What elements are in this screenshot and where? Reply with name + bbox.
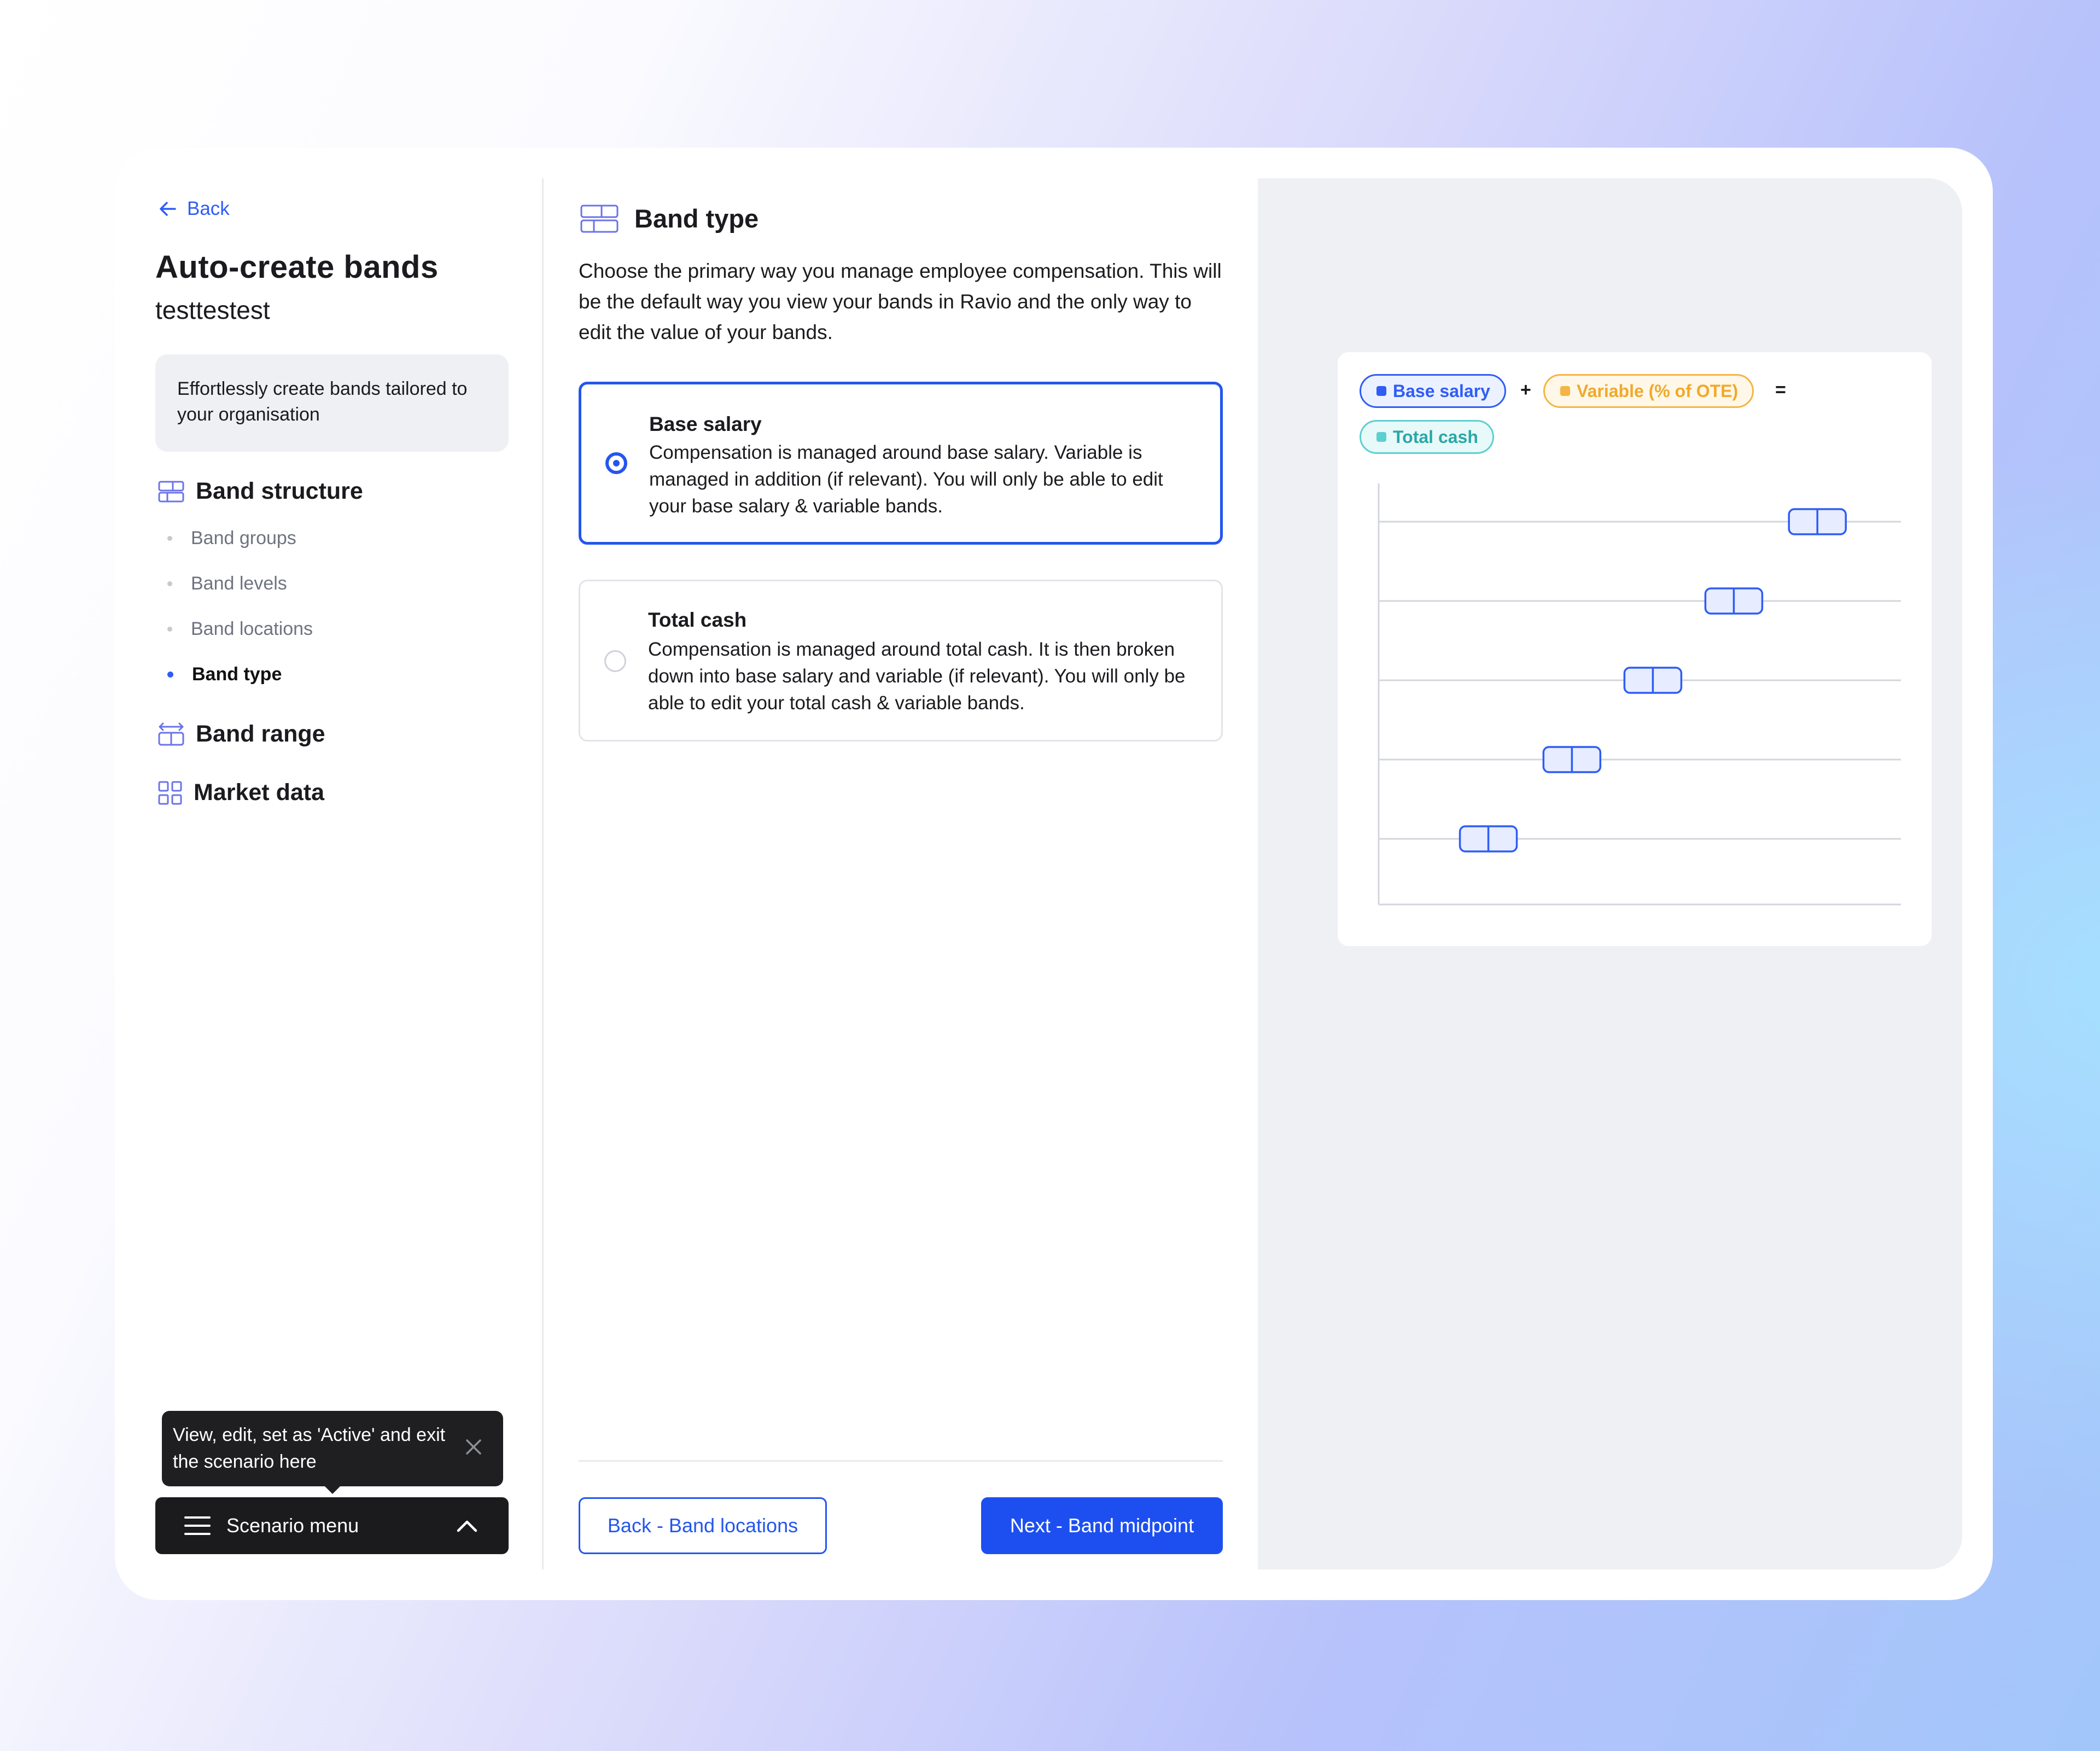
- chevron-up-icon[interactable]: [456, 1519, 478, 1533]
- sidebar-item-label: Band locations: [191, 618, 313, 639]
- option-description: Compensation is managed around base sala…: [649, 442, 1163, 517]
- section-header: Band type: [580, 203, 759, 234]
- section-band-structure[interactable]: Band structure: [158, 478, 363, 505]
- scenario-menu-button[interactable]: Scenario menu: [155, 1497, 509, 1554]
- section-label: Market data: [194, 779, 324, 806]
- band-structure-icon: [158, 481, 184, 502]
- sidebar-item-label: Band groups: [191, 528, 296, 548]
- bullet-dot: [167, 536, 172, 541]
- band-range-icon: [158, 722, 184, 745]
- section-market-data[interactable]: Market data: [158, 779, 324, 806]
- back-button[interactable]: Back - Band locations: [579, 1497, 827, 1554]
- radio-total-cash[interactable]: [604, 650, 626, 672]
- arrow-left-icon: [160, 202, 176, 216]
- option-description: Compensation is managed around total cas…: [648, 639, 1186, 714]
- section-band-range[interactable]: Band range: [158, 721, 325, 748]
- scenario-menu-label: Scenario menu: [226, 1514, 359, 1537]
- sidebar-item-band-locations[interactable]: Band locations: [167, 618, 313, 640]
- sidebar-item-band-levels[interactable]: Band levels: [167, 573, 287, 594]
- scenario-name: testtestest: [155, 296, 270, 324]
- section-label: Band range: [196, 721, 325, 747]
- back-link[interactable]: Back: [159, 198, 230, 220]
- option-base-salary[interactable]: Base salary Compensation is managed arou…: [579, 382, 1223, 545]
- sidebar-item-label: Band type: [192, 664, 282, 685]
- section-label: Band structure: [196, 478, 363, 504]
- sidebar-item-label: Band levels: [191, 573, 287, 594]
- section-description: Choose the primary way you manage employ…: [579, 260, 1222, 343]
- option-total-cash[interactable]: Total cash Compensation is managed aroun…: [579, 580, 1223, 742]
- option-title: Total cash: [648, 609, 747, 631]
- sidebar-item-band-groups[interactable]: Band groups: [167, 528, 296, 549]
- close-icon[interactable]: [463, 1436, 485, 1458]
- footer-divider: [579, 1460, 1223, 1462]
- bullet-dot: [167, 581, 172, 586]
- radio-base-salary[interactable]: [605, 452, 627, 474]
- intro-box: Effortlessly create bands tailored to yo…: [155, 354, 509, 452]
- option-title: Base salary: [649, 413, 762, 435]
- section-title: Band type: [634, 204, 759, 233]
- scenario-tooltip: View, edit, set as 'Active' and exit the…: [162, 1411, 503, 1494]
- intro-text: Effortlessly create bands tailored to yo…: [177, 378, 468, 425]
- column-divider: [542, 178, 544, 1569]
- hamburger-icon: [184, 1516, 211, 1535]
- chart-card: Base salary + Variable (% of OTE) = Tota…: [1338, 352, 1932, 946]
- bullet-dot: [167, 627, 172, 632]
- grid-icon: [158, 781, 182, 804]
- bullet-dot: [167, 672, 173, 678]
- back-label: Back: [187, 198, 230, 219]
- band-structure-icon: [580, 205, 619, 232]
- band-chart: [1378, 483, 1901, 906]
- next-button[interactable]: Next - Band midpoint: [981, 1497, 1223, 1554]
- sidebar-item-band-type[interactable]: Band type: [167, 664, 282, 685]
- tooltip-text: View, edit, set as 'Active' and exit the…: [173, 1425, 446, 1472]
- tooltip-arrow: [325, 1486, 340, 1494]
- page-title: Auto-create bands: [155, 249, 439, 285]
